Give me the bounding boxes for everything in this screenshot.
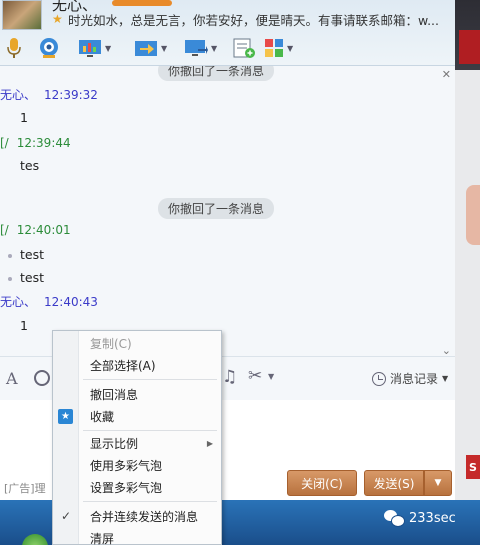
submenu-arrow-icon: ▶ [206,438,213,448]
menu-item-use-bubbles[interactable]: 使用多彩气泡 [53,454,221,476]
bullet-icon [8,254,12,258]
menu-item-clear-screen[interactable]: 清屏 [53,527,221,545]
side-image [466,185,480,245]
chevron-down-icon[interactable]: ▼ [105,44,111,53]
menu-item-recall[interactable]: 撤回消息 [53,383,221,405]
close-button[interactable]: 关闭(C) [287,470,357,496]
message-history-button[interactable]: 消息记录 ▼ [372,370,448,387]
message-list[interactable]: 你撤回了一条消息 ✕ 无心、 12:39:32 1 [/12:39:44 tes … [0,66,455,356]
chevron-down-icon[interactable]: ▼ [211,44,217,53]
clock-icon [372,371,386,386]
menu-item-select-all[interactable]: 全部选择(A) [53,354,221,376]
message-text[interactable]: tes [20,158,39,173]
recall-notice: 你撤回了一条消息 [158,66,275,81]
watermark: 233sec [384,510,456,527]
menu-item-favorite[interactable]: ★ 收藏 [53,405,221,427]
menu-separator [83,379,217,380]
message-sender: [/12:40:01 [0,223,71,237]
screen-share-icon[interactable]: ▼ [78,36,111,60]
menu-item-copy[interactable]: 复制(C) [53,332,221,354]
message-text[interactable]: test [20,270,44,285]
contact-signature: 时光如水，总是无言，你若安好，便是晴天。有事请联系邮箱：w... [68,13,439,28]
message-text[interactable]: 1 [20,110,28,125]
vip-badge [112,0,172,6]
chevron-down-icon[interactable]: ▼ [161,44,167,53]
music-icon[interactable]: ♫ [222,367,237,387]
message-text[interactable]: test [20,247,44,262]
send-options-button[interactable]: ▼ [424,470,452,496]
video-call-icon[interactable] [36,36,62,60]
bullet-icon [8,277,12,281]
microphone-icon[interactable] [6,36,22,60]
file-transfer-icon[interactable]: ▼ [134,36,167,60]
side-window [455,0,480,500]
message-sender: [/12:39:44 [0,136,71,150]
chat-toolbar: ▼ ▼ ▼ ▼ [0,32,455,64]
chevron-down-icon[interactable]: ▼ [268,372,274,381]
contact-avatar[interactable] [2,0,42,30]
font-icon[interactable]: A [6,369,18,388]
recall-notice: 你撤回了一条消息 [158,198,275,219]
ad-text[interactable]: [广告]理 [4,480,46,496]
apps-icon[interactable]: ▼ [264,36,293,60]
screenshot-icon[interactable]: ✂ [248,366,262,386]
menu-item-merge-messages[interactable]: ✓ 合并连续发送的消息 [53,505,221,527]
watermark-text: 233sec [409,510,456,526]
side-banner [459,30,480,64]
wechat-icon [384,510,405,527]
side-badge: S [466,455,480,479]
add-contact-icon[interactable] [232,36,256,60]
menu-item-set-bubbles[interactable]: 设置多彩气泡 [53,476,221,498]
menu-separator [83,430,217,431]
favorite-star-icon: ★ [58,408,73,424]
menu-separator [83,501,217,502]
message-sender: 无心、 12:40:43 [0,295,98,309]
history-label: 消息记录 [390,372,439,386]
chevron-down-icon[interactable]: ▼ [287,44,293,53]
scroll-up-icon[interactable]: ✕ [442,68,451,81]
menu-item-zoom[interactable]: 显示比例 ▶ [53,432,221,454]
chevron-down-icon: ▼ [442,374,449,383]
message-sender: 无心、 12:39:32 [0,88,98,102]
checkmark-icon: ✓ [61,509,72,523]
remote-desktop-icon[interactable]: ▼ [184,36,217,60]
context-menu: 复制(C) 全部选择(A) 撤回消息 ★ 收藏 显示比例 ▶ 使用多彩气泡 设置… [52,330,222,545]
send-button[interactable]: 发送(S) [364,470,424,496]
scroll-down-icon[interactable]: ⌄ [442,344,451,356]
start-button[interactable] [22,534,48,545]
message-text[interactable]: 1 [20,318,28,333]
emoji-icon[interactable] [34,370,50,386]
star-icon: ★ [52,12,63,26]
chat-header: 无心、 ★ 时光如水，总是无言，你若安好，便是晴天。有事请联系邮箱：w... ▼… [0,0,455,66]
